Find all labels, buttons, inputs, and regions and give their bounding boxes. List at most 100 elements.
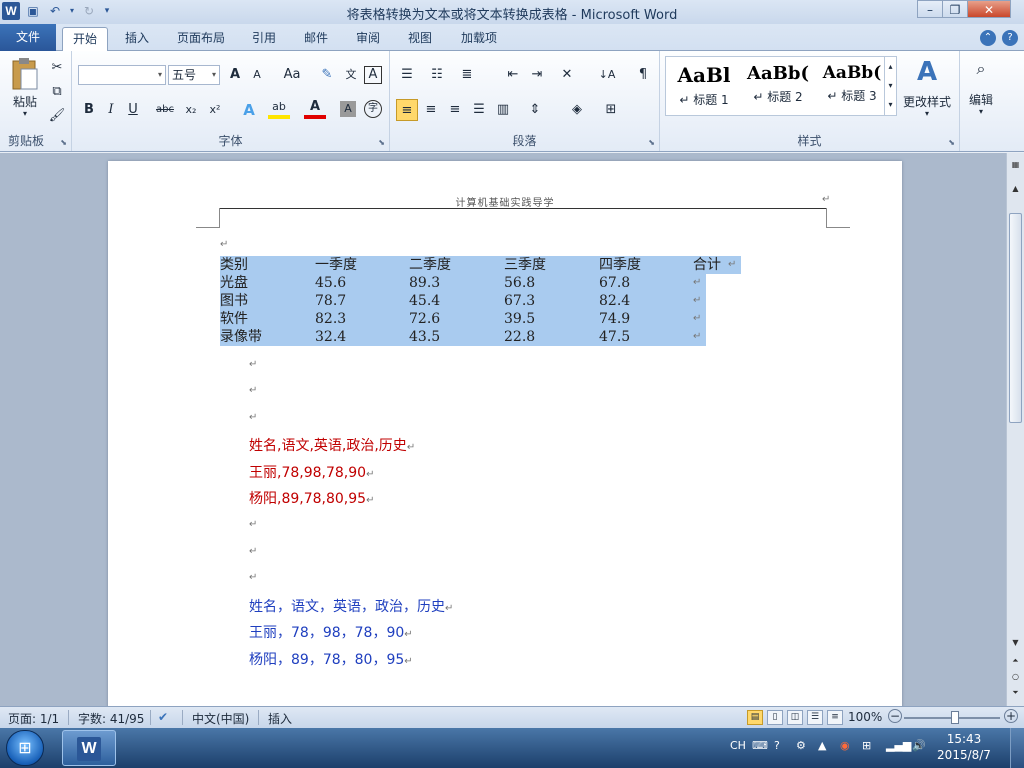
font-name-dropdown-icon[interactable]: ▾ xyxy=(158,66,162,84)
customize-qat-icon[interactable]: ▾ xyxy=(102,2,112,20)
style-heading-1[interactable]: AaBl ↵ 标题 1 xyxy=(668,57,740,115)
scroll-up-icon[interactable]: ▲ xyxy=(1007,181,1024,197)
table-cell[interactable]: 四季度 xyxy=(599,256,641,274)
ime-options-icon[interactable]: ⚙ xyxy=(796,739,806,752)
zoom-out-button[interactable]: − xyxy=(888,709,902,723)
char-shading-button[interactable]: A xyxy=(340,101,356,117)
borders-icon[interactable]: ⊞ xyxy=(600,99,622,121)
tab-insert[interactable]: 插入 xyxy=(114,27,160,51)
tab-review[interactable]: 审阅 xyxy=(346,27,390,51)
start-button[interactable]: ⊞ xyxy=(6,730,44,766)
clear-formatting-icon[interactable]: ✎ xyxy=(316,64,338,86)
decrease-indent-icon[interactable]: ⇤ xyxy=(502,64,524,86)
table-cell[interactable]: 二季度 xyxy=(409,256,451,274)
scroll-thumb[interactable] xyxy=(1009,213,1022,423)
scroll-down-icon[interactable]: ▼ xyxy=(1007,635,1024,651)
table-cell[interactable]: 82.3 xyxy=(315,310,346,328)
insert-mode-indicator[interactable]: 插入 xyxy=(268,710,292,727)
copy-icon[interactable]: ⧉ xyxy=(46,81,68,103)
blue-text-line[interactable]: 王丽，78，98，78，90↵ xyxy=(249,622,413,642)
table-cell[interactable]: 56.8 xyxy=(504,274,535,292)
line-spacing-icon[interactable]: ⇕ xyxy=(524,99,546,121)
styles-launcher-icon[interactable]: ⬊ xyxy=(948,138,955,147)
table-cell[interactable]: 72.6 xyxy=(409,310,440,328)
help-icon[interactable]: ? xyxy=(1002,30,1018,46)
table-cell[interactable]: 录像带 xyxy=(220,328,262,346)
word-app-icon[interactable]: W xyxy=(2,2,20,20)
document-area[interactable]: 计算机基础实践导学 ↵ ↵ 类别 一季度 二季度 三季度 四季度 合计 ↵ 光盘… xyxy=(0,153,1006,706)
superscript-button[interactable]: x² xyxy=(204,99,226,121)
tab-mailings[interactable]: 邮件 xyxy=(294,27,338,51)
shrink-font-icon[interactable]: A xyxy=(246,64,268,86)
table-cell[interactable]: 三季度 xyxy=(504,256,546,274)
tab-page-layout[interactable]: 页面布局 xyxy=(170,27,232,51)
clipboard-launcher-icon[interactable]: ⬊ xyxy=(60,138,67,147)
tab-home[interactable]: 开始 xyxy=(62,27,108,51)
help-tray-icon[interactable]: ? xyxy=(774,739,780,752)
table-cell[interactable]: 89.3 xyxy=(409,274,440,292)
language-indicator[interactable]: 中文(中国) xyxy=(192,710,249,727)
italic-button[interactable]: I xyxy=(100,99,122,121)
paste-icon[interactable] xyxy=(8,57,42,95)
undo-icon[interactable]: ↶ xyxy=(46,2,64,20)
font-color-button[interactable]: A xyxy=(304,99,326,119)
text-effects-icon[interactable]: A xyxy=(238,99,260,121)
styles-scroll[interactable]: ▴ ▾ ▾ xyxy=(884,57,896,115)
format-painter-icon[interactable]: 🖌 xyxy=(46,105,68,127)
chinese-layout-icon[interactable]: ✕ xyxy=(556,64,578,86)
table-cell[interactable]: 合计 xyxy=(693,256,721,274)
align-right-button[interactable]: ≡ xyxy=(444,99,466,121)
minimize-ribbon-icon[interactable]: ⌃ xyxy=(980,30,996,46)
draft-view-icon[interactable]: ≡ xyxy=(827,710,843,725)
style-heading-3[interactable]: AaBb( ↵ 标题 3 xyxy=(816,57,888,115)
proofing-icon[interactable]: ✔ xyxy=(158,710,168,724)
phonetic-guide-icon[interactable]: 文 xyxy=(340,64,362,86)
bullets-icon[interactable]: ☰ xyxy=(396,64,418,86)
zoom-in-button[interactable]: + xyxy=(1004,709,1018,723)
page-count[interactable]: 页面: 1/1 xyxy=(8,710,59,727)
subscript-button[interactable]: x₂ xyxy=(180,99,202,121)
save-icon[interactable]: ▣ xyxy=(24,2,42,20)
font-name-box[interactable]: ▾ xyxy=(78,65,166,85)
paste-button-label[interactable]: 粘贴 xyxy=(8,93,42,110)
table-cell[interactable]: 47.5 xyxy=(599,328,630,346)
table-cell[interactable]: 74.9 xyxy=(599,310,630,328)
tab-references[interactable]: 引用 xyxy=(242,27,286,51)
align-center-button[interactable]: ≡ xyxy=(420,99,442,121)
print-layout-view-icon[interactable]: ▤ xyxy=(747,710,763,725)
previous-page-icon[interactable]: ⏶ xyxy=(1007,653,1024,669)
close-button[interactable]: ✕ xyxy=(967,0,1011,18)
table-cell[interactable]: 22.8 xyxy=(504,328,535,346)
align-left-button[interactable]: ≡ xyxy=(396,99,418,121)
full-screen-reading-icon[interactable]: ▯ xyxy=(767,710,783,725)
binoculars-icon[interactable]: ⌕ xyxy=(966,59,996,79)
taskbar-word-button[interactable]: W xyxy=(62,730,116,766)
table-cell[interactable]: 45.6 xyxy=(315,274,346,292)
maximize-button[interactable]: ❐ xyxy=(942,0,968,18)
underline-button[interactable]: U xyxy=(122,99,144,121)
shading-icon[interactable]: ◈ xyxy=(566,99,588,121)
network-icon[interactable]: ▂▄▆ xyxy=(886,739,911,752)
table-cell[interactable]: 43.5 xyxy=(409,328,440,346)
paste-dropdown-icon[interactable]: ▾ xyxy=(8,109,42,118)
vertical-scrollbar[interactable]: ▦ ▲ ▼ ⏶ ○ ⏷ xyxy=(1006,153,1024,706)
windows-flag-icon[interactable]: ⊞ xyxy=(862,739,871,752)
red-text-line[interactable]: 姓名,语文,英语,政治,历史↵ xyxy=(249,435,415,455)
bold-button[interactable]: B xyxy=(78,99,100,121)
table-cell[interactable]: 软件 xyxy=(220,310,248,328)
system-clock[interactable]: 15:43 2015/8/7 xyxy=(934,731,994,763)
table-cell[interactable]: 一季度 xyxy=(315,256,357,274)
volume-icon[interactable]: 🔊 xyxy=(912,739,926,752)
grow-font-icon[interactable]: A xyxy=(224,64,246,86)
style-heading-2[interactable]: AaBb( ↵ 标题 2 xyxy=(742,57,814,115)
show-marks-icon[interactable]: ¶ xyxy=(632,64,654,86)
change-styles-dropdown-icon[interactable]: ▾ xyxy=(900,109,954,118)
input-language-indicator[interactable]: CH xyxy=(730,739,746,752)
tab-view[interactable]: 视图 xyxy=(398,27,442,51)
strikethrough-button[interactable]: abc xyxy=(152,99,178,121)
char-border-icon[interactable]: A xyxy=(364,66,382,84)
redo-icon[interactable]: ↻ xyxy=(80,2,98,20)
browse-object-icon[interactable]: ○ xyxy=(1007,669,1024,685)
table-cell[interactable]: 45.4 xyxy=(409,292,440,310)
document-page[interactable]: 计算机基础实践导学 ↵ ↵ 类别 一季度 二季度 三季度 四季度 合计 ↵ 光盘… xyxy=(108,161,902,706)
